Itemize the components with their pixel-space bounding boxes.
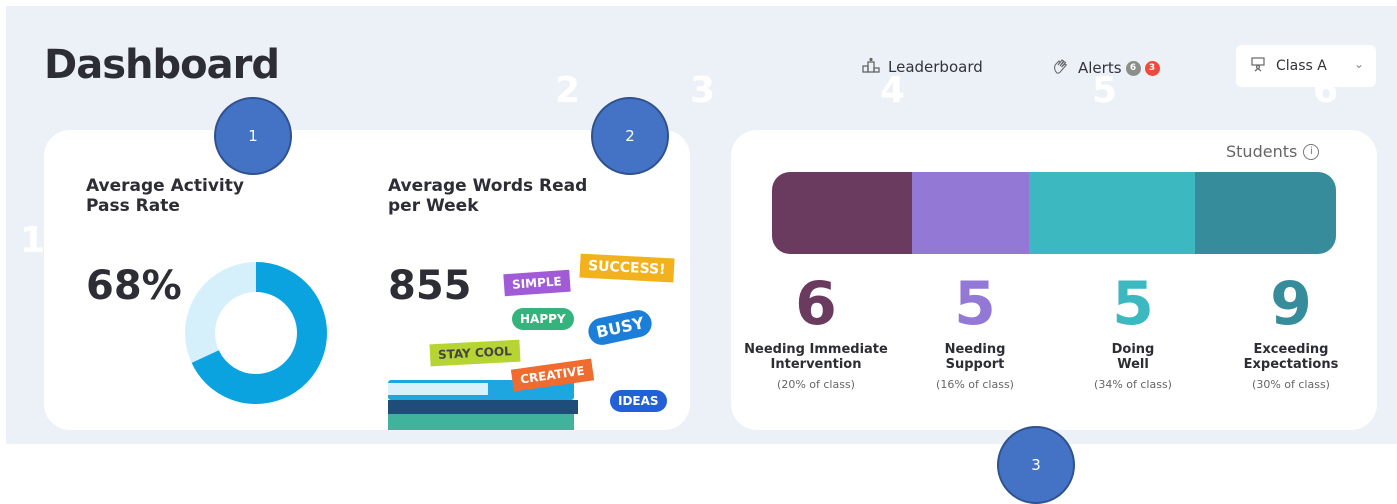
info-icon[interactable]: i <box>1303 143 1320 160</box>
group-count: 9 <box>1270 269 1312 339</box>
group-count: 5 <box>1112 269 1154 339</box>
books-illustration: SIMPLE SUCCESS! HAPPY BUSY STAY COOL CRE… <box>388 250 678 430</box>
group-label-line2: Expectations <box>1243 357 1339 372</box>
ghost-number-3: 3 <box>690 70 716 111</box>
bar-segment-exceeding-expectations <box>1195 172 1336 254</box>
ghost-number-2: 2 <box>555 70 581 111</box>
words-title-line2: per Week <box>388 196 479 216</box>
waving-hand-icon <box>1052 57 1070 79</box>
bar-segment-doing-well <box>1029 172 1195 254</box>
group-label: Doing Well <box>1058 342 1208 372</box>
pass-rate-title-line1: Average Activity <box>86 176 244 196</box>
sticker-simple: SIMPLE <box>503 269 571 297</box>
group-label-line2: Support <box>945 357 1005 372</box>
callout-1: 1 <box>214 97 292 175</box>
page-title: Dashboard <box>44 42 280 88</box>
students-label: Students <box>1226 142 1298 161</box>
class-selector-value: Class A <box>1276 58 1327 74</box>
bar-segment-needing-support <box>912 172 1029 254</box>
podium-icon <box>862 57 880 77</box>
group-percentage: (30% of class) <box>1252 378 1330 391</box>
group-needing-immediate-intervention[interactable]: 6 Needing Immediate Intervention (20% of… <box>741 270 891 391</box>
group-count: 6 <box>795 269 837 339</box>
group-percentage: (16% of class) <box>936 378 1014 391</box>
group-percentage: (20% of class) <box>777 378 855 391</box>
group-label: Exceeding Expectations <box>1216 342 1366 372</box>
ghost-number-1: 1 <box>20 220 46 261</box>
callout-2: 2 <box>591 97 669 175</box>
group-count: 5 <box>954 269 996 339</box>
students-label-row: Students i <box>1226 142 1320 161</box>
pass-rate-title: Average Activity Pass Rate <box>86 176 244 216</box>
group-needing-support[interactable]: 5 Needing Support (16% of class) <box>900 270 1050 391</box>
pass-rate-value: 68% <box>86 263 182 309</box>
sticker-ideas: IDEAS <box>610 390 667 412</box>
words-title-line1: Average Words Read <box>388 176 588 196</box>
group-label: Needing Immediate Intervention <box>741 342 891 372</box>
alerts-count-grey: 6 <box>1125 60 1141 76</box>
group-label-line1: Exceeding <box>1253 342 1329 357</box>
leaderboard-link[interactable]: Leaderboard <box>862 57 983 77</box>
sticker-stay-cool: STAY COOL <box>429 339 521 367</box>
class-selector[interactable]: Class A ⌄ <box>1236 45 1376 87</box>
group-doing-well[interactable]: 5 Doing Well (34% of class) <box>1058 270 1208 391</box>
group-label: Needing Support <box>900 342 1050 372</box>
bar-segment-needing-immediate-intervention <box>772 172 912 254</box>
group-label-line1: Doing <box>1111 342 1155 357</box>
group-label-line2: Well <box>1117 357 1149 372</box>
alerts-link[interactable]: Alerts 6 3 <box>1052 57 1160 79</box>
callout-3: 3 <box>997 426 1075 504</box>
sticker-success: SUCCESS! <box>579 253 675 283</box>
words-title: Average Words Read per Week <box>388 176 587 216</box>
group-label-line2: Intervention <box>770 357 862 372</box>
alerts-count-red: 3 <box>1144 60 1160 76</box>
sticker-busy: BUSY <box>585 307 655 348</box>
sticker-happy: HAPPY <box>512 308 574 330</box>
leaderboard-label: Leaderboard <box>888 58 983 76</box>
chevron-down-icon: ⌄ <box>1353 57 1364 71</box>
teacher-icon <box>1250 56 1266 76</box>
group-percentage: (34% of class) <box>1094 378 1172 391</box>
group-exceeding-expectations[interactable]: 9 Exceeding Expectations (30% of class) <box>1216 270 1366 391</box>
group-label-line1: Needing <box>944 342 1006 357</box>
pass-rate-donut <box>185 262 327 404</box>
students-stacked-bar <box>772 172 1336 254</box>
alerts-label: Alerts <box>1078 59 1122 77</box>
pass-rate-title-line2: Pass Rate <box>86 196 180 216</box>
group-label-line1: Needing Immediate <box>744 342 888 357</box>
